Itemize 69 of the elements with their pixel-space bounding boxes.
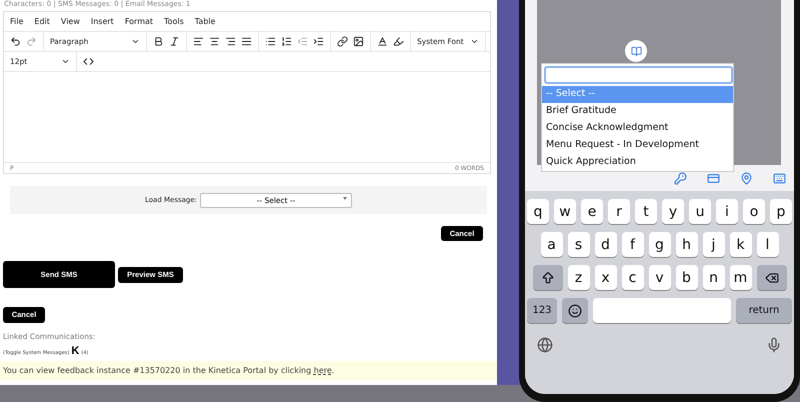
search-field[interactable] [544,66,733,84]
keyboard-key[interactable]: f [622,232,644,257]
keyboard-key[interactable]: o [743,199,765,224]
keyboard-key[interactable]: n [702,265,724,290]
menu-item[interactable]: Insert [90,17,114,26]
keyboard-key[interactable]: s [568,232,590,257]
menu-item[interactable]: Table [194,17,216,26]
backspace-icon [764,270,778,284]
keyboard-key[interactable]: h [676,232,698,257]
align-right-icon[interactable] [225,36,236,47]
keyboard-key[interactable]: g [648,232,670,257]
chevron-icon [470,37,479,46]
menu-item[interactable]: View [60,17,80,26]
keyboard-key[interactable]: b [676,265,698,290]
emoji-icon [568,304,582,318]
bold-icon[interactable] [153,36,164,47]
menu-item[interactable]: File [10,17,24,26]
highlight-icon[interactable] [393,36,404,47]
chevron-icon [61,57,70,66]
keyboard-key[interactable]: q [527,199,549,224]
numbers-key[interactable]: 123 [527,298,557,323]
credit-card-icon[interactable] [707,172,720,184]
keyboard-key[interactable]: t [635,199,657,224]
keyboard-key[interactable]: z [568,265,590,290]
chevron-icon [131,37,140,46]
italic-icon[interactable] [169,36,180,47]
keyboard-key[interactable]: m [730,265,752,290]
keyboard-key[interactable]: d [594,232,616,257]
keyboard-key[interactable]: a [540,232,562,257]
indent-icon[interactable] [313,36,324,47]
globe-icon[interactable] [537,337,553,353]
keyboard-icon[interactable] [773,172,786,184]
feedback-notice: You can view feedback instance #13570220 in the Kinetica Portal by clicking here. [0,360,497,380]
keyboard-key[interactable]: w [554,199,576,224]
emoji-key[interactable] [562,298,588,323]
shift-icon [540,270,554,284]
align-justify-icon[interactable] [241,36,252,47]
keyboard-key[interactable]: y [662,199,684,224]
undo-icon[interactable] [10,36,21,47]
keyboard-key[interactable]: c [622,265,644,290]
bullet-list-icon[interactable] [265,36,276,47]
k-logo: K [71,346,80,356]
keyboard-key[interactable]: k [730,232,752,257]
microphone-icon[interactable] [766,337,782,353]
link-icon[interactable] [337,36,348,47]
image-icon[interactable] [353,36,364,47]
keyboard-key[interactable]: v [648,265,670,290]
numbered-list-icon[interactable] [281,36,292,47]
keyboard-key[interactable]: e [581,199,603,224]
here-link[interactable]: here [314,366,332,374]
keyboard-key[interactable]: l [756,232,778,257]
keyboard-key[interactable]: p [770,199,792,224]
menu-item[interactable]: Edit [34,17,50,26]
key-icon[interactable] [674,172,687,184]
keyboard-key[interactable]: j [702,232,724,257]
return-key[interactable]: return [736,298,792,323]
align-left-icon[interactable] [193,36,204,47]
keyboard-key[interactable]: u [689,199,711,224]
map-pin-icon[interactable] [740,172,753,184]
align-center-icon[interactable] [209,36,220,47]
keyboard-key[interactable]: x [594,265,616,290]
shift-key[interactable] [532,265,562,290]
text-color-icon[interactable] [377,36,388,47]
keyboard-key[interactable]: r [608,199,630,224]
keyboard-key[interactable]: i [716,199,738,224]
backspace-key[interactable] [756,265,786,290]
code-icon[interactable] [83,56,94,67]
menu-item[interactable]: Tools [164,17,184,26]
menu-item[interactable]: Format [124,17,154,26]
